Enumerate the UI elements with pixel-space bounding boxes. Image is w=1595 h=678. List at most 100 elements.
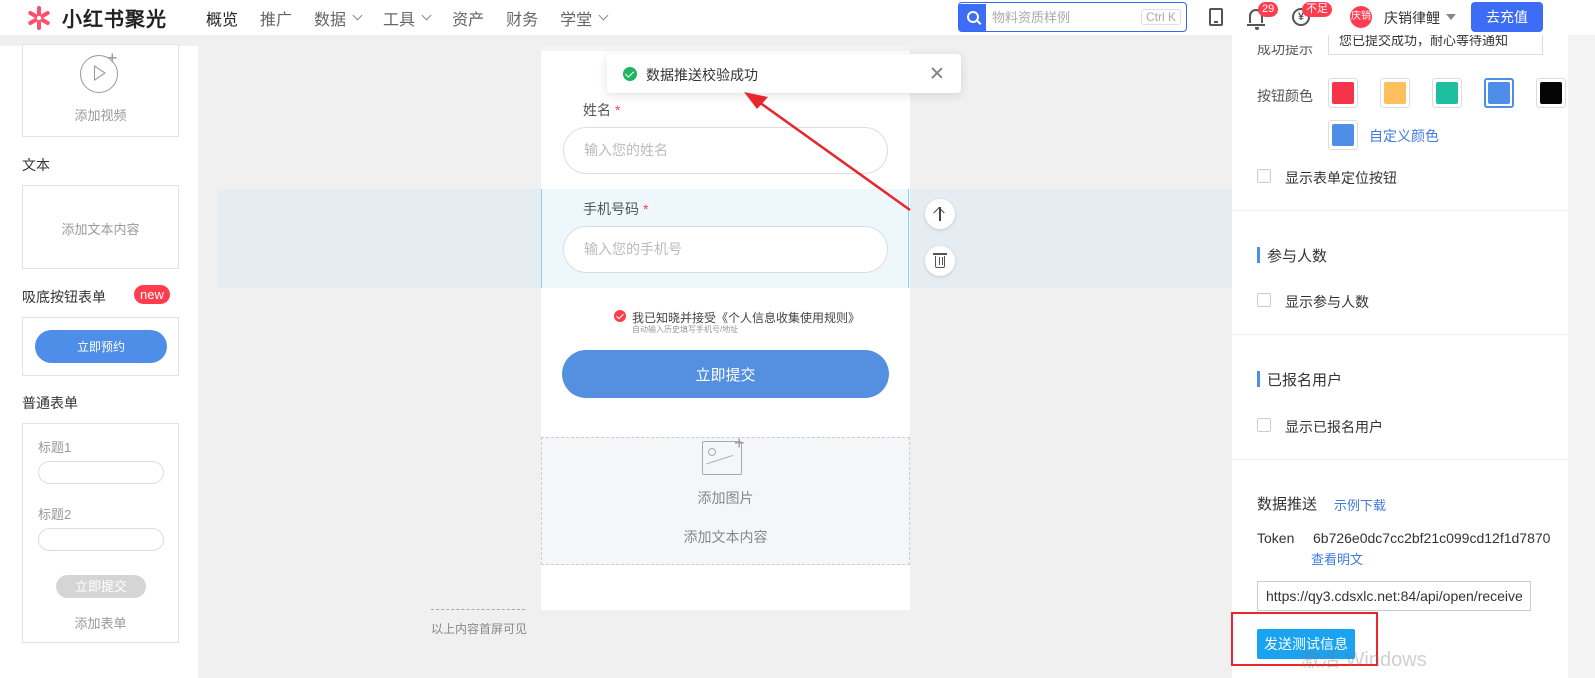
plus-icon: + (734, 433, 745, 453)
avatar[interactable]: 庆销 (1350, 6, 1372, 28)
top-nav: 小红书聚光 概览 推广 数据 工具 资产 财务 学堂 Ctrl K 29 ¥ 不… (0, 0, 1595, 35)
recharge-button[interactable]: 去充值 (1471, 2, 1543, 32)
button-color-label: 按钮颜色 (1257, 88, 1313, 104)
nav-item-overview[interactable]: 概览 (206, 6, 238, 30)
locate-button-checkbox[interactable] (1257, 169, 1271, 183)
component-panel: + 添加视频 文本 添加文本内容 吸底按钮表单 new 立即预约 普通表单 标题… (0, 44, 198, 678)
consent-checkbox[interactable] (614, 310, 626, 322)
delete-button[interactable] (925, 246, 955, 276)
chevron-down-icon (421, 10, 432, 21)
fold-line (431, 609, 525, 610)
plus-icon: + (107, 48, 118, 68)
move-up-button[interactable] (925, 199, 955, 229)
divider (1232, 334, 1568, 335)
token-label: Token (1257, 530, 1295, 546)
tablet-icon[interactable] (1206, 7, 1226, 27)
nav-menu: 概览 推广 数据 工具 资产 财务 学堂 (206, 6, 629, 30)
add-text-component[interactable]: 添加文本内容 (22, 185, 179, 269)
nav-item-tools[interactable]: 工具 (383, 6, 432, 30)
form-title-1: 标题1 (38, 440, 72, 455)
token-value: 6b726e0dc7cc2bf21c099cd12f1d7870 (1313, 530, 1551, 546)
caret-down-icon[interactable] (1446, 14, 1456, 20)
divider (1232, 210, 1568, 211)
name-label: 姓名 * (583, 102, 621, 118)
fold-text: 以上内容首屏可见 (431, 622, 528, 636)
close-icon[interactable] (930, 66, 944, 80)
swatch-fill (1384, 82, 1406, 104)
nav-item-assets[interactable]: 资产 (452, 6, 484, 30)
notification-badge: 29 (1258, 2, 1279, 17)
custom-color-link[interactable]: 自定义颜色 (1369, 126, 1439, 146)
windows-watermark: 激活 Windows (1300, 649, 1427, 671)
swatch-teal[interactable] (1432, 78, 1462, 108)
chevron-down-icon (598, 10, 609, 21)
swatch-fill (1332, 124, 1354, 146)
success-toast: 数据推送校验成功 (607, 54, 961, 93)
view-plain-link[interactable]: 查看明文 (1311, 549, 1363, 568)
username[interactable]: 庆销律鲤 (1384, 8, 1440, 28)
registered-label: 显示已报名用户 (1285, 419, 1383, 435)
book-now-button[interactable]: 立即预约 (35, 330, 167, 363)
phone-input[interactable]: 输入您的手机号 (563, 226, 888, 273)
swatch-red[interactable] (1328, 78, 1358, 108)
push-url-input[interactable]: https://qy3.cdsxlc.net:84/api/open/recei… (1257, 581, 1531, 611)
arrow-up-icon (939, 207, 941, 221)
settings-panel: 成功提示 您已提交成功，耐心等待通知 按钮颜色 自定义颜色 显示表单定位按钮 参… (1232, 35, 1568, 678)
section-sticky-form: 吸底按钮表单 (22, 289, 106, 305)
nav-item-data[interactable]: 数据 (314, 6, 363, 30)
add-image-caption: 添加图片 (697, 490, 754, 506)
success-tip-label: 成功提示 (1257, 41, 1313, 57)
form-field-2 (38, 528, 164, 551)
search-input[interactable] (992, 9, 1137, 25)
logo[interactable]: 小红书聚光 (26, 3, 206, 32)
search-shortcut: Ctrl K (1141, 9, 1181, 25)
play-icon (94, 65, 106, 81)
add-video-component[interactable]: + 添加视频 (22, 44, 179, 137)
normal-form-component[interactable]: 标题1 标题2 立即提交 添加表单 (22, 423, 179, 643)
form-title-2: 标题2 (38, 507, 72, 522)
section-normal-form: 普通表单 (22, 395, 78, 411)
chevron-down-icon (352, 10, 363, 21)
sticky-form-component[interactable]: 立即预约 (22, 317, 179, 376)
toast-message: 数据推送校验成功 (646, 67, 758, 83)
participants-heading: 参与人数 (1257, 245, 1327, 266)
submit-button[interactable]: 立即提交 (562, 350, 889, 398)
locate-button-label: 显示表单定位按钮 (1285, 170, 1397, 186)
data-push-title: 数据推送 (1257, 496, 1318, 513)
new-badge: new (134, 285, 170, 304)
check-circle-icon (623, 67, 637, 81)
sample-download-link[interactable]: 示例下载 (1334, 495, 1386, 514)
phone-top-strip (541, 46, 910, 51)
search-button[interactable] (959, 3, 986, 31)
name-input[interactable]: 输入您的姓名 (563, 127, 888, 174)
swatch-fill (1540, 82, 1562, 104)
nav-item-academy[interactable]: 学堂 (560, 6, 609, 30)
custom-swatch[interactable] (1328, 120, 1358, 150)
logo-text: 小红书聚光 (62, 9, 167, 31)
logo-icon (26, 5, 52, 31)
consent-subtext: 自动输入历史填写手机号/地址 (632, 325, 739, 334)
swatch-blue[interactable] (1484, 78, 1514, 108)
swatch-fill (1436, 82, 1458, 104)
section-text: 文本 (22, 157, 50, 173)
nav-item-promote[interactable]: 推广 (260, 6, 292, 30)
form-field-1 (38, 461, 164, 484)
video-caption: 添加视频 (74, 108, 127, 123)
search-icon (966, 11, 979, 23)
nav-item-finance[interactable]: 财务 (506, 6, 538, 30)
swatch-yellow[interactable] (1380, 78, 1410, 108)
swatch-fill (1488, 82, 1510, 104)
swatch-fill (1332, 82, 1354, 104)
registered-checkbox[interactable] (1257, 418, 1271, 432)
participants-checkbox[interactable] (1257, 293, 1271, 307)
search-bar: Ctrl K (958, 2, 1187, 32)
divider (1232, 459, 1568, 460)
participants-label: 显示参与人数 (1285, 294, 1369, 310)
form-caption: 添加表单 (74, 616, 127, 631)
success-tip-input[interactable]: 您已提交成功，耐心等待通知 (1328, 35, 1543, 55)
text-caption: 添加文本内容 (61, 222, 140, 237)
registered-heading: 已报名用户 (1257, 369, 1342, 390)
swatch-black[interactable] (1536, 78, 1566, 108)
trash-icon (933, 253, 947, 268)
scrollbar-track[interactable] (1568, 35, 1595, 678)
